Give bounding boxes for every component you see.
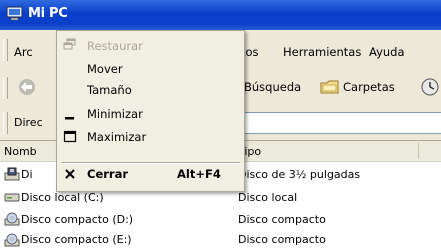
cd-drive-icon <box>4 212 20 226</box>
list-item-name[interactable]: Disco compacto (D:) <box>21 213 133 226</box>
menu-item-minimize[interactable]: Minimizar <box>87 107 143 121</box>
menu-help[interactable]: Ayuda <box>369 45 405 59</box>
history-icon[interactable] <box>419 78 441 96</box>
close-icon <box>65 169 75 179</box>
cd-drive-icon <box>4 233 20 247</box>
menu-item-close[interactable]: Cerrar <box>87 167 128 181</box>
list-item-name[interactable]: Disco local (C:) <box>21 191 104 204</box>
menu-separator <box>61 162 240 164</box>
menu-item-restore[interactable]: Restaurar <box>87 39 143 53</box>
menu-item-move[interactable]: Mover <box>87 62 123 76</box>
back-arrow-icon[interactable] <box>16 78 38 96</box>
list-item-type: Disco de 3½ pulgadas <box>238 168 361 181</box>
toolbar-grip[interactable] <box>3 77 8 99</box>
list-item-name[interactable]: Di <box>21 168 33 181</box>
menubar-grip[interactable] <box>3 39 8 61</box>
close-shortcut: Alt+F4 <box>177 167 221 181</box>
column-name[interactable]: Nomb <box>4 145 37 158</box>
address-label: Direc <box>14 116 43 129</box>
folders-icon[interactable] <box>319 78 341 96</box>
column-separator[interactable] <box>418 143 419 159</box>
maximize-icon <box>63 130 77 143</box>
list-item-type: Disco compacto <box>238 213 326 226</box>
restore-icon <box>63 38 76 50</box>
menu-file[interactable]: Arc <box>14 45 33 59</box>
hard-drive-icon <box>4 193 20 202</box>
list-item-type: Disco local <box>238 191 298 204</box>
minimize-icon <box>65 117 74 120</box>
list-item-name[interactable]: Disco compacto (E:) <box>21 233 132 246</box>
menu-tools[interactable]: Herramientas <box>283 45 361 59</box>
menu-item-size[interactable]: Tamaño <box>87 83 132 97</box>
addressbar-grip[interactable] <box>3 112 8 134</box>
list-item-type: Disco compacto <box>238 233 326 246</box>
my-computer-icon[interactable] <box>6 6 23 21</box>
search-button[interactable]: Búsqueda <box>244 80 301 94</box>
window-title: Mi PC <box>28 6 68 21</box>
menu-item-maximize[interactable]: Maximizar <box>87 130 146 144</box>
system-menu: Restaurar Mover Tamaño Minimizar Maximiz… <box>56 30 245 192</box>
floppy-drive-icon <box>4 167 20 181</box>
folders-button[interactable]: Carpetas <box>343 80 395 94</box>
